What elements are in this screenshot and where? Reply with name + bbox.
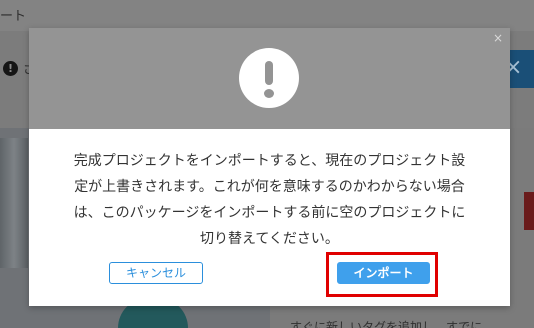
info-alert-icon: ! xyxy=(3,61,18,76)
app-screen: ート ! さ × すぐに新しいタグを追加し、すでに × 完成プロジェクトをインポ… xyxy=(0,0,534,328)
panel-description-text: すぐに新しいタグを追加し、すでに xyxy=(290,320,483,328)
dialog-message-line: 切り替えてください。 xyxy=(200,231,339,247)
dialog-header: × xyxy=(29,28,510,129)
dialog-message-line: 定が上書きされます。これが何を意味するのかわからない場合 xyxy=(74,179,465,195)
app-header-title: ート xyxy=(0,9,27,24)
dialog-message: 完成プロジェクトをインポートすると、現在のプロジェクト設 定が上書きされます。こ… xyxy=(29,148,510,252)
dialog-close-icon[interactable]: × xyxy=(493,31,503,45)
dialog-message-line: は、このパッケージをインポートする前に空のプロジェクトに xyxy=(73,205,466,221)
exclamation-dot xyxy=(264,89,274,98)
import-button[interactable]: インポート xyxy=(337,262,430,284)
dialog-message-line: 完成プロジェクトをインポートすると、現在のプロジェクト設 xyxy=(73,153,466,169)
exclamation-alert-icon xyxy=(239,48,299,108)
exclamation-bar xyxy=(265,61,273,85)
side-red-tab[interactable] xyxy=(524,192,534,230)
app-header-bar: ート xyxy=(0,0,534,31)
import-confirm-dialog: × 完成プロジェクトをインポートすると、現在のプロジェクト設 定が上書きされます… xyxy=(29,28,510,306)
cancel-button[interactable]: キャンセル xyxy=(109,262,203,284)
scene-structure xyxy=(0,138,28,268)
